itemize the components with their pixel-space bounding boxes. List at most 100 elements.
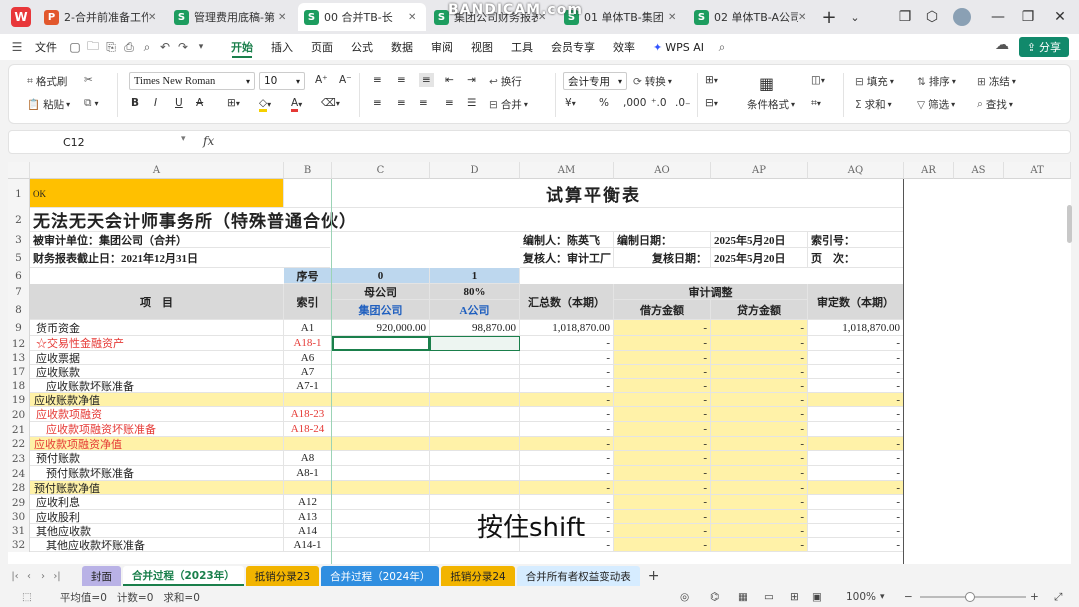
cell-ao[interactable]: - [614, 365, 711, 379]
cell-ap[interactable]: - [711, 481, 808, 495]
thousands-icon[interactable]: ,000 [623, 97, 646, 109]
user-avatar[interactable] [946, 0, 978, 34]
next-sheet-icon[interactable]: › [36, 571, 50, 582]
cell-aq[interactable]: - [808, 495, 904, 510]
align-top-icon[interactable]: ≡ [373, 74, 382, 86]
item-name[interactable]: 应收票据 [30, 351, 284, 365]
add-sheet-button[interactable]: + [648, 568, 660, 584]
cell-ao[interactable]: - [614, 451, 711, 466]
item-index[interactable]: A18-23 [284, 407, 332, 422]
cell-aq[interactable]: - [808, 481, 904, 495]
row-header-9[interactable]: 9 [8, 320, 30, 336]
cell-border-icon[interactable]: ⌗ ▾ [811, 97, 821, 110]
cell-am[interactable]: - [520, 365, 614, 379]
menu-member[interactable]: 会员专享 [542, 34, 604, 60]
fill-color-icon[interactable]: ◇ ▾ [259, 97, 271, 112]
cell-ap[interactable]: - [711, 437, 808, 451]
column-header-ar[interactable]: AR [904, 162, 954, 179]
column-header-at[interactable]: AT [1004, 162, 1071, 179]
table-style-icon[interactable]: ⊟ ▾ [705, 97, 718, 109]
format-painter-button[interactable]: ⌗ 格式刷 [27, 74, 67, 89]
menu-home[interactable]: 开始 [222, 34, 262, 60]
print-icon[interactable]: ⎙ [120, 40, 138, 55]
print-preview-icon[interactable]: ⌕ [138, 40, 156, 55]
item-name[interactable]: 应收股利 [30, 510, 284, 524]
italic-button[interactable]: I [154, 97, 157, 109]
item-index[interactable]: A1 [284, 320, 332, 336]
item-index[interactable]: A14 [284, 524, 332, 538]
freeze-button[interactable]: ⊞ 冻结 ▾ [977, 74, 1016, 89]
cell-ap[interactable]: - [711, 538, 808, 552]
cell-am[interactable]: - [520, 407, 614, 422]
indent-left-icon[interactable]: ⇤ [445, 74, 454, 86]
reading-view-icon[interactable]: ▣ [812, 591, 822, 603]
row-header-24[interactable]: 24 [8, 466, 30, 481]
wrap-text-button[interactable]: ↩ 换行 [489, 74, 522, 89]
cell-am[interactable]: - [520, 437, 614, 451]
cell-c[interactable] [332, 495, 430, 510]
namebox-chevron-icon[interactable]: ▾ [181, 134, 186, 144]
close-tab-icon[interactable]: ✕ [148, 12, 160, 23]
row-header-18[interactable]: 18 [8, 379, 30, 393]
menu-review[interactable]: 审阅 [422, 34, 462, 60]
zoom-chevron-icon[interactable]: ▾ [880, 592, 885, 602]
paste-button[interactable]: 📋 粘贴 ▾ [27, 97, 70, 112]
row-header-22[interactable]: 22 [8, 437, 30, 451]
eye-protect-icon[interactable]: ◎ [680, 591, 689, 603]
cell-am[interactable]: - [520, 466, 614, 481]
menu-insert[interactable]: 插入 [262, 34, 302, 60]
minimize-button[interactable]: — [982, 0, 1014, 34]
doc-tab[interactable]: P 2-合并前准备工作 ✕ [38, 3, 166, 31]
fullscreen-icon[interactable]: ⤢ [1054, 591, 1062, 604]
cell-aq[interactable]: - [808, 407, 904, 422]
row-header-21[interactable]: 21 [8, 422, 30, 437]
cell-ao[interactable]: - [614, 466, 711, 481]
sheet-tab[interactable]: 封面 [82, 566, 121, 586]
cell-d[interactable] [430, 393, 520, 407]
cell-c[interactable] [332, 524, 430, 538]
item-name[interactable]: 应收款项融资坏账准备 [30, 422, 284, 437]
cell-am[interactable]: - [520, 422, 614, 437]
cell-ap[interactable]: - [711, 466, 808, 481]
item-name[interactable]: 货币资金 [30, 320, 284, 336]
cell-aq[interactable]: - [808, 351, 904, 365]
cell-am[interactable]: - [520, 351, 614, 365]
row-header-20[interactable]: 20 [8, 407, 30, 422]
page-break-icon[interactable]: ⊞ [790, 591, 799, 603]
align-center-icon[interactable]: ≡ [397, 97, 406, 109]
item-name[interactable]: 应收利息 [30, 495, 284, 510]
cell-d[interactable] [430, 422, 520, 437]
cell-aq[interactable]: - [808, 524, 904, 538]
cell-ao[interactable]: - [614, 379, 711, 393]
item-name[interactable]: ☆交易性金融资产 [30, 336, 284, 351]
cell-ap[interactable]: - [711, 422, 808, 437]
hamburger-icon[interactable]: ☰ [8, 40, 26, 54]
cell-d[interactable] [430, 437, 520, 451]
row-header-19[interactable]: 19 [8, 393, 30, 407]
name-box[interactable]: C12 [9, 131, 129, 153]
column-header-b[interactable]: B [284, 162, 332, 179]
item-index[interactable]: A8 [284, 451, 332, 466]
font-name-select[interactable]: Times New Roman ▾ [129, 72, 255, 90]
row-header-13[interactable]: 13 [8, 351, 30, 365]
row-header-29[interactable]: 29 [8, 495, 30, 510]
cell-c[interactable] [332, 437, 430, 451]
menu-wps-ai[interactable]: ✦ WPS AI [644, 34, 713, 60]
sheet-tab[interactable]: 合并所有者权益变动表 [516, 566, 640, 586]
cell-c[interactable] [332, 407, 430, 422]
cell-c[interactable] [332, 351, 430, 365]
row-header-1[interactable]: 1 [8, 179, 30, 208]
cell-ao[interactable]: - [614, 320, 711, 336]
filter-button[interactable]: ▽ 筛选 ▾ [917, 97, 955, 112]
item-index[interactable]: A6 [284, 351, 332, 365]
redo-icon[interactable]: ↷ [174, 40, 192, 54]
align-right-icon[interactable]: ≡ [419, 97, 428, 109]
close-tab-icon[interactable]: ✕ [798, 12, 810, 23]
sort-button[interactable]: ⇅ 排序 ▾ [917, 74, 956, 89]
column-header-c[interactable]: C [332, 162, 430, 179]
cell-ap[interactable]: - [711, 351, 808, 365]
align-bottom-icon[interactable]: ≡ [419, 73, 434, 87]
column-header-am[interactable]: AM [520, 162, 614, 179]
cell-ao[interactable]: - [614, 422, 711, 437]
number-format-select[interactable]: 会计专用 ▾ [563, 72, 627, 90]
